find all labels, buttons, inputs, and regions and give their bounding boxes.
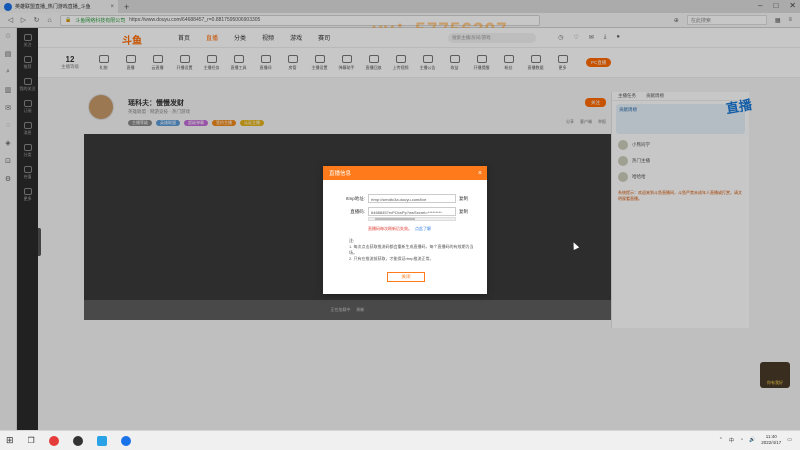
clock[interactable]: 11:40 2022/4/17 bbox=[761, 434, 781, 446]
rtmp-row: rtmp地址: rtmp://sendtc3a.douyu.com/live 复… bbox=[329, 194, 468, 203]
learn-more-link[interactable]: 点此了解 bbox=[415, 226, 431, 231]
warning-text: 直播码每次刷新后失效。 点此了解 bbox=[368, 226, 431, 231]
tray-arrow-icon[interactable]: ⌃ bbox=[719, 437, 723, 443]
notification-icon[interactable]: ▭ bbox=[787, 437, 792, 443]
note-item: 1. 每次点击获取推流码都会重新生成直播码，每个直播码的有效期为当场。 bbox=[349, 244, 474, 255]
copy-code-button[interactable]: 复制 bbox=[459, 209, 468, 215]
app-icon[interactable] bbox=[48, 435, 59, 446]
stream-code-field[interactable]: 64688457rvPOcsPp?wsSecret=********* bbox=[368, 207, 456, 216]
rtmp-label: rtmp地址: bbox=[345, 195, 365, 201]
network-icon[interactable]: ◔ bbox=[740, 437, 743, 443]
note-item: 2. 只有在推流前获取，才能保证rtmp推流正常。 bbox=[349, 256, 434, 261]
dialog-title: 直播信息 bbox=[329, 171, 352, 177]
copy-rtmp-button[interactable]: 复制 bbox=[459, 196, 468, 202]
system-tray: ⌃ 中 ◔ 🔊 11:40 2022/4/17 ▭ bbox=[719, 434, 792, 446]
app-icon[interactable] bbox=[72, 435, 83, 446]
close-icon[interactable]: × bbox=[478, 170, 482, 177]
stream-code-row: 直播码: 64688457rvPOcsPp?wsSecret=*********… bbox=[329, 207, 468, 216]
scroll-thumb[interactable] bbox=[375, 218, 415, 220]
dialog-notes: 注: 1. 每次点击获取推流码都会重新生成直播码，每个直播码的有效期为当场。 2… bbox=[349, 238, 475, 262]
clock-date: 2022/4/17 bbox=[761, 440, 782, 445]
stream-code-label: 直播码: bbox=[350, 208, 365, 214]
stream-info-dialog: 直播信息 × rtmp地址: rtmp://sendtc3a.douyu.com… bbox=[323, 166, 487, 294]
dialog-header: 直播信息 × bbox=[323, 166, 487, 180]
task-view-icon[interactable]: ❐ bbox=[28, 436, 35, 445]
app-icon[interactable] bbox=[96, 435, 107, 446]
taskbar: ⊞ ❐ ⌃ 中 ◔ 🔊 11:40 2022/4/17 ▭ bbox=[0, 430, 800, 450]
ime-indicator[interactable]: 中 bbox=[729, 437, 734, 444]
start-icon[interactable]: ⊞ bbox=[6, 435, 14, 446]
rtmp-field[interactable]: rtmp://sendtc3a.douyu.com/live bbox=[368, 194, 456, 203]
field-scrollbar[interactable] bbox=[368, 217, 456, 221]
browser-app-icon[interactable] bbox=[120, 435, 131, 446]
close-button[interactable]: 关闭 bbox=[387, 272, 425, 282]
volume-icon[interactable]: 🔊 bbox=[749, 437, 755, 443]
